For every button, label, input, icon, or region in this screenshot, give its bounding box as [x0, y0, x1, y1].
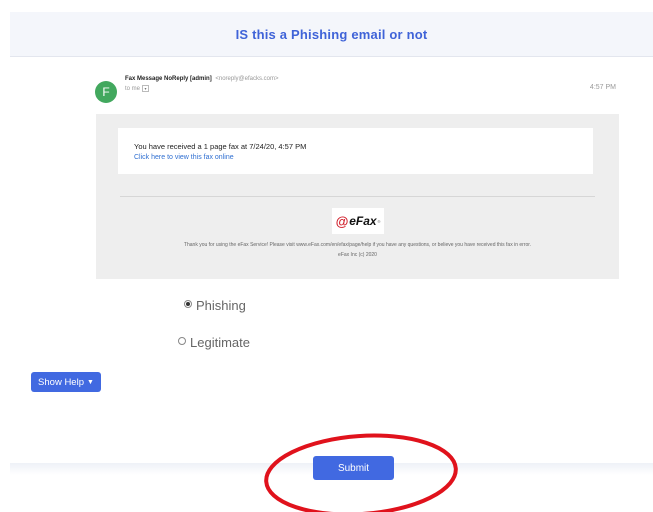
efax-logo: @ eFax ® [332, 208, 384, 234]
email-time: 4:57 PM [589, 84, 616, 91]
page-title: IS this a Phishing email or not [235, 26, 428, 42]
view-fax-link[interactable]: Click here to view this fax online [134, 154, 234, 161]
show-help-button[interactable]: Show Help ▼ [31, 372, 101, 392]
submit-button[interactable]: Submit [313, 456, 394, 480]
divider [120, 196, 595, 197]
recipient-line: to me ▾ [125, 85, 150, 92]
fax-notice-card: You have received a 1 page fax at 7/24/2… [118, 128, 593, 174]
recipient-label: to me [125, 85, 141, 92]
sender-email: <noreply@efacks.com> [215, 76, 279, 82]
efax-trademark: ® [377, 218, 381, 224]
copyright-text: eFax Inc (c) 2020 [338, 252, 377, 258]
option-phishing[interactable]: Phishing [184, 298, 246, 313]
show-help-label: Show Help [38, 376, 84, 388]
fax-notice-text: You have received a 1 page fax at 7/24/2… [134, 142, 307, 151]
avatar: F [95, 81, 117, 103]
efax-logo-text: eFax [349, 214, 377, 228]
sender-line: Fax Message NoReply [admin] <noreply@efa… [125, 76, 279, 82]
footer-note: Thank you for using the eFax Service! Pl… [183, 242, 532, 248]
option-legitimate[interactable]: Legitimate [178, 335, 250, 350]
radio-phishing[interactable] [184, 300, 192, 308]
email-preview: F Fax Message NoReply [admin] <noreply@e… [88, 67, 628, 279]
email-header: F Fax Message NoReply [admin] <noreply@e… [88, 67, 628, 109]
header-bar: IS this a Phishing email or not [10, 12, 653, 57]
sender-name: Fax Message NoReply [admin] [125, 76, 212, 82]
option-phishing-label: Phishing [196, 298, 246, 313]
caret-down-icon: ▼ [87, 378, 94, 386]
option-legitimate-label: Legitimate [190, 335, 250, 350]
email-body: You have received a 1 page fax at 7/24/2… [96, 114, 619, 279]
radio-legitimate[interactable] [178, 337, 186, 345]
recipient-details-icon[interactable]: ▾ [142, 85, 150, 92]
efax-swirl-icon: @ [335, 213, 349, 229]
